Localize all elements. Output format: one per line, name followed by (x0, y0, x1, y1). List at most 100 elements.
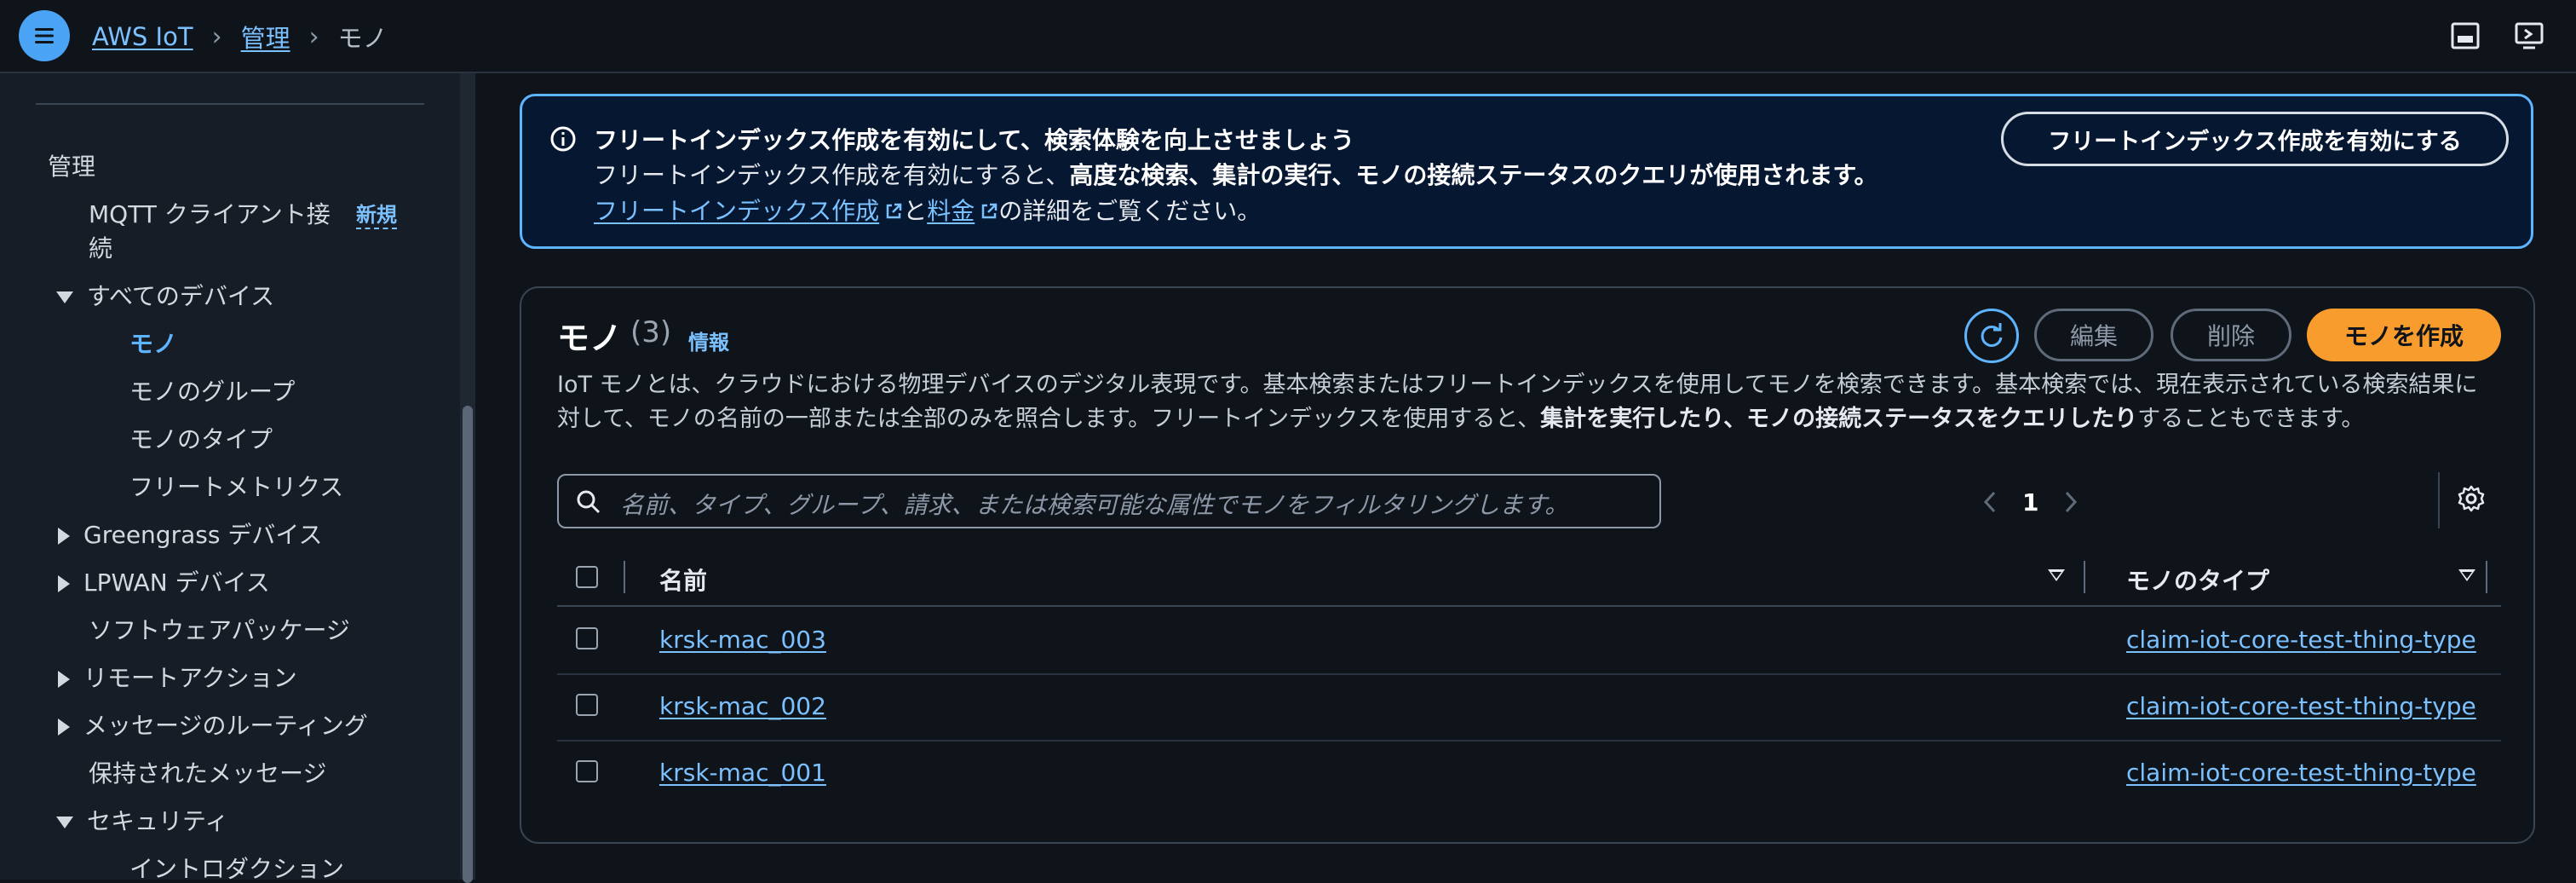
caret-right-icon (58, 575, 70, 592)
thing-name-link[interactable]: krsk-mac_001 (659, 759, 826, 787)
delete-button[interactable]: 削除 (2171, 309, 2291, 361)
hamburger-menu-button[interactable] (19, 10, 70, 61)
external-link-icon (981, 203, 998, 219)
info-icon (550, 126, 576, 152)
chevron-left-icon[interactable] (1981, 489, 1998, 515)
table-row: krsk-mac_002 claim-iot-core-test-thing-t… (557, 673, 2501, 742)
table-row: krsk-mac_001 claim-iot-core-test-thing-t… (557, 740, 2501, 806)
sidebar-section-manage: 管理 (48, 153, 96, 181)
thing-name-link[interactable]: krsk-mac_002 (659, 692, 826, 720)
chevron-right-icon[interactable] (2062, 489, 2079, 515)
column-divider (624, 561, 625, 593)
chevron-right-icon: › (308, 21, 319, 52)
top-navigation-bar: AWS IoT › 管理 › モノ (0, 0, 2576, 73)
create-thing-button[interactable]: モノを作成 (2307, 309, 2501, 361)
page-title: モノ (557, 320, 623, 357)
description-bold: 集計を実行したり、モノの接続ステータスをクエリしたり (1540, 406, 2138, 432)
fleet-indexing-link[interactable]: フリートインデックス作成 (594, 197, 879, 225)
table-header: 名前 モノのタイプ (557, 551, 2501, 607)
caret-down-icon (56, 291, 73, 303)
sidebar-item-mqtt-client-line1[interactable]: MQTT クライアント接 (89, 196, 331, 230)
info-link[interactable]: 情報 (688, 326, 729, 355)
panel-layout-icon[interactable] (2448, 19, 2482, 53)
column-divider (2486, 561, 2487, 593)
sidebar-item-label: LPWAN デバイス (83, 568, 270, 597)
things-description: IoT モノとは、クラウドにおける物理デバイスのデジタル表現です。基本検索または… (557, 368, 2499, 436)
external-link-icon (886, 203, 902, 219)
sidebar-item-thing-groups[interactable]: モノのグループ (129, 373, 295, 407)
flash-body-text: フリートインデックス作成を有効にすると、 (594, 161, 1070, 189)
search-input[interactable]: 名前、タイプ、グループ、請求、または検索可能な属性でモノをフィルタリングします。 (557, 474, 1661, 528)
breadcrumb-aws-iot[interactable]: AWS IoT (92, 22, 193, 51)
sidebar-item-remote-actions[interactable]: リモートアクション (58, 660, 297, 694)
enable-fleet-indexing-button[interactable]: フリートインデックス作成を有効にする (2001, 112, 2509, 166)
sidebar-item-introduction[interactable]: イントロダクション (129, 851, 344, 880)
sidebar-item-label: セキュリティ (87, 807, 229, 835)
breadcrumb-manage[interactable]: 管理 (241, 19, 290, 55)
caret-down-icon (56, 817, 73, 828)
breadcrumb: AWS IoT › 管理 › モノ (92, 19, 388, 55)
sidebar-item-retained-messages[interactable]: 保持されたメッセージ (89, 755, 326, 789)
search-placeholder: 名前、タイプ、グループ、請求、または検索可能な属性でモノをフィルタリングします。 (620, 491, 1569, 519)
sidebar-item-message-routing[interactable]: メッセージのルーティング (58, 707, 368, 742)
things-table-container: モノ (3) 情報 編集 削除 モノを作成 IoT モノとは、クラウドにおける物… (520, 286, 2535, 844)
sidebar-item-fleet-metrics[interactable]: フリートメトリクス (129, 469, 343, 503)
search-icon (577, 490, 601, 514)
info-flashbar: フリートインデックス作成を有効にして、検索体験を向上させましょう フリートインデ… (520, 94, 2533, 249)
sidebar-item-mqtt-client-line2[interactable]: 続 (89, 230, 112, 264)
thing-type-link[interactable]: claim-iot-core-test-thing-type (2126, 692, 2476, 720)
sidebar-item-label: リモートアクション (83, 664, 297, 692)
scrollbar-thumb[interactable] (463, 406, 473, 883)
divider (36, 103, 424, 105)
pricing-link[interactable]: 料金 (927, 197, 975, 225)
table-row: krsk-mac_003 claim-iot-core-test-thing-t… (557, 607, 2501, 675)
description-text-end: することもできます。 (2137, 406, 2365, 432)
pagination: 1 (1981, 479, 2079, 525)
sidebar-item-things[interactable]: モノ (129, 326, 177, 360)
column-header-name[interactable]: 名前 (659, 563, 707, 597)
refresh-icon (1981, 323, 2003, 347)
caret-right-icon (58, 719, 70, 736)
gear-icon[interactable] (2457, 484, 2486, 513)
column-header-thing-type[interactable]: モノのタイプ (2126, 563, 2269, 597)
flash-title: フリートインデックス作成を有効にして、検索体験を向上させましょう (594, 126, 1354, 154)
thing-name-link[interactable]: krsk-mac_003 (659, 626, 826, 654)
thing-type-link[interactable]: claim-iot-core-test-thing-type (2126, 626, 2476, 654)
fleet-indexing-link-part2: トインデックス作成 (665, 197, 880, 225)
new-badge: 新規 (356, 198, 397, 229)
sidebar-item-label: メッセージのルーティング (83, 712, 368, 740)
divider (2438, 472, 2440, 528)
row-checkbox[interactable] (576, 760, 598, 782)
sidebar-item-label: すべてのデバイス (87, 282, 275, 310)
flash-suffix-text: の詳細をご覧ください。 (998, 197, 1262, 225)
column-divider (2084, 561, 2085, 593)
fleet-indexing-link-part1: フリー (594, 197, 666, 225)
page-number[interactable]: 1 (2022, 488, 2038, 517)
sidebar-item-all-devices[interactable]: すべてのデバイス (56, 278, 274, 312)
edit-button[interactable]: 編集 (2034, 309, 2153, 361)
sidebar-item-thing-types[interactable]: モノのタイプ (129, 421, 273, 455)
sidebar-item-security[interactable]: セキュリティ (56, 803, 228, 837)
side-navigation: 管理 MQTT クライアント接 続 新規 すべてのデバイス モノ モノのグループ… (0, 73, 460, 880)
sidebar-item-label: Greengrass デバイス (83, 521, 323, 549)
things-count: (3) (630, 315, 672, 349)
sort-icon[interactable] (2048, 569, 2065, 581)
sort-icon[interactable] (2458, 569, 2475, 581)
refresh-button[interactable] (1964, 309, 2019, 363)
flash-body: フリートインデックス作成を有効にすると、高度な検索、集計の実行、モノの接続ステー… (594, 158, 1889, 229)
select-all-checkbox[interactable] (576, 566, 598, 588)
thing-type-link[interactable]: claim-iot-core-test-thing-type (2126, 759, 2476, 787)
sidebar-item-greengrass[interactable]: Greengrass デバイス (58, 517, 322, 551)
breadcrumb-current: モノ (337, 24, 388, 53)
caret-right-icon (58, 671, 70, 688)
sidebar-scrollbar[interactable] (460, 73, 475, 883)
row-checkbox[interactable] (576, 694, 598, 716)
menu-icon (35, 28, 54, 43)
caret-right-icon (58, 528, 70, 545)
screen-settings-icon[interactable] (2513, 19, 2547, 53)
sidebar-item-lpwan[interactable]: LPWAN デバイス (58, 564, 270, 598)
sidebar-item-software-packages[interactable]: ソフトウェアパッケージ (89, 612, 350, 646)
flash-body-bold: 高度な検索、集計の実行、モノの接続ステータスのクエリが使用されます。 (1069, 161, 1878, 189)
chevron-right-icon: › (211, 21, 222, 52)
row-checkbox[interactable] (576, 627, 598, 649)
